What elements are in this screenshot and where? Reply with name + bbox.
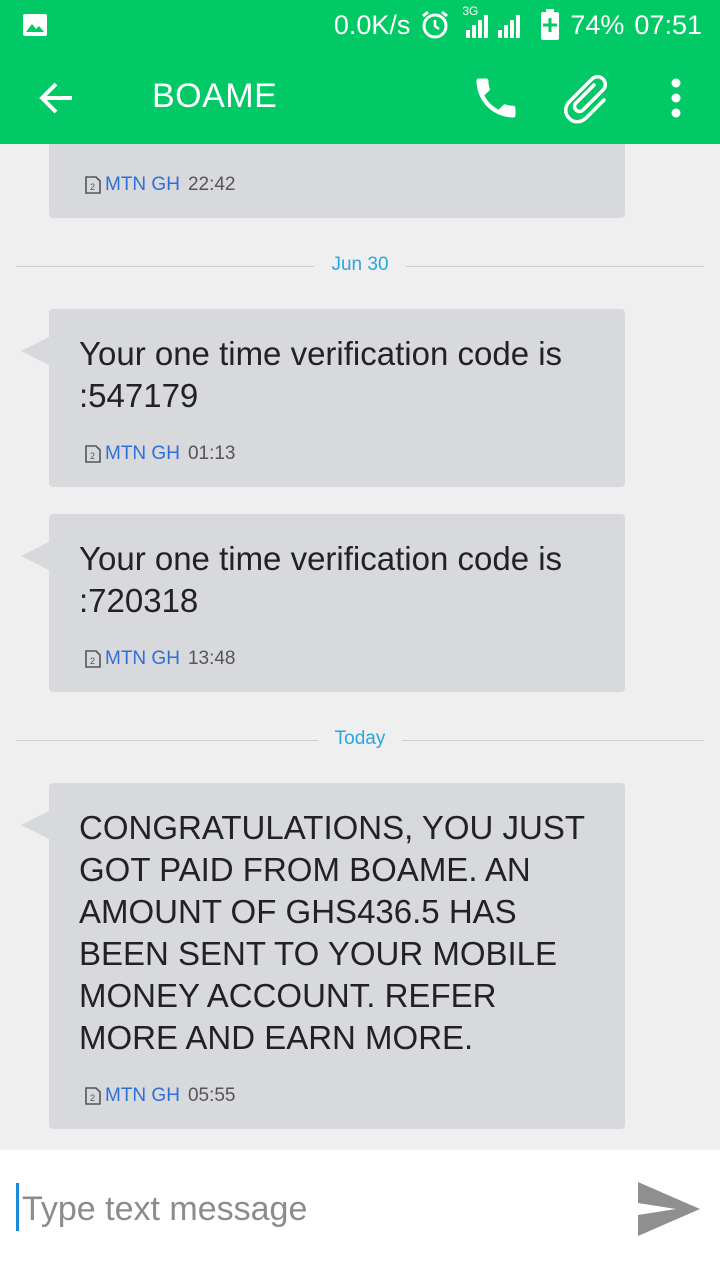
gallery-icon — [23, 14, 47, 36]
message-sender: MTN GH — [105, 648, 180, 669]
clock: 07:51 — [634, 9, 702, 40]
message-sender: MTN GH — [105, 1085, 180, 1106]
message-input[interactable] — [20, 1178, 604, 1240]
battery-icon — [541, 9, 560, 40]
date-label: Jun 30 — [331, 254, 389, 275]
message-sender: MTN GH — [105, 174, 180, 195]
alarm-icon — [422, 10, 449, 39]
message-time: 13:48 — [187, 648, 236, 669]
date-divider: Jun 30 — [16, 251, 704, 281]
date-divider: Today — [16, 725, 704, 755]
toolbar: BOAME — [0, 50, 720, 144]
message-meta: 2 MTN GH 13:48 — [85, 648, 235, 670]
svg-text:2: 2 — [90, 451, 95, 461]
message-meta: 2 MTN GH 22:42 — [85, 174, 235, 196]
network-speed: 0.0K/s — [333, 9, 411, 40]
message-bubble[interactable]: Your one time verification code is :5471… — [21, 309, 625, 487]
svg-text:2: 2 — [90, 1093, 95, 1103]
message-time: 05:55 — [187, 1085, 236, 1106]
svg-text:2: 2 — [90, 182, 95, 192]
sim-card-icon: 2 — [85, 650, 101, 668]
message-bubble[interactable]: Your one time verification code is :7203… — [21, 514, 625, 692]
signal-icon: 3G — [460, 4, 530, 40]
message-body: CONGRATULATIONS, YOU JUST GOT PAID FROM … — [79, 809, 585, 1056]
back-arrow-icon[interactable] — [36, 78, 76, 118]
message-time: 01:13 — [187, 443, 236, 464]
message-list[interactable]: 2 MTN GH 22:42 Jun 30 Your one time veri… — [0, 144, 720, 1150]
message-bubble[interactable]: 2 MTN GH 22:42 — [49, 144, 625, 218]
text-cursor — [16, 1183, 19, 1231]
message-bubble[interactable]: CONGRATULATIONS, YOU JUST GOT PAID FROM … — [21, 783, 625, 1129]
sim-card-icon: 2 — [85, 176, 101, 194]
message-sender: MTN GH — [105, 443, 180, 464]
phone-icon[interactable] — [470, 72, 522, 124]
sim-card-icon: 2 — [85, 445, 101, 463]
message-time: 22:42 — [187, 174, 236, 195]
compose-bar — [0, 1150, 720, 1280]
send-icon[interactable] — [636, 1180, 702, 1238]
status-bar: 0.0K/s 3G 74% 07:51 — [0, 0, 720, 50]
attachment-icon[interactable] — [562, 70, 622, 130]
message-body: Your one time verification code is :7203… — [79, 540, 563, 619]
message-body: Your one time verification code is :5471… — [79, 335, 563, 414]
message-meta: 2 MTN GH 05:55 — [85, 1085, 235, 1107]
message-meta: 2 MTN GH 01:13 — [85, 443, 235, 465]
sim-card-icon: 2 — [85, 1087, 101, 1105]
conversation-title: BOAME — [152, 77, 278, 115]
more-vert-icon[interactable] — [664, 76, 688, 120]
battery-level: 74% — [570, 9, 625, 40]
svg-text:2: 2 — [90, 656, 95, 666]
date-label: Today — [334, 728, 386, 749]
